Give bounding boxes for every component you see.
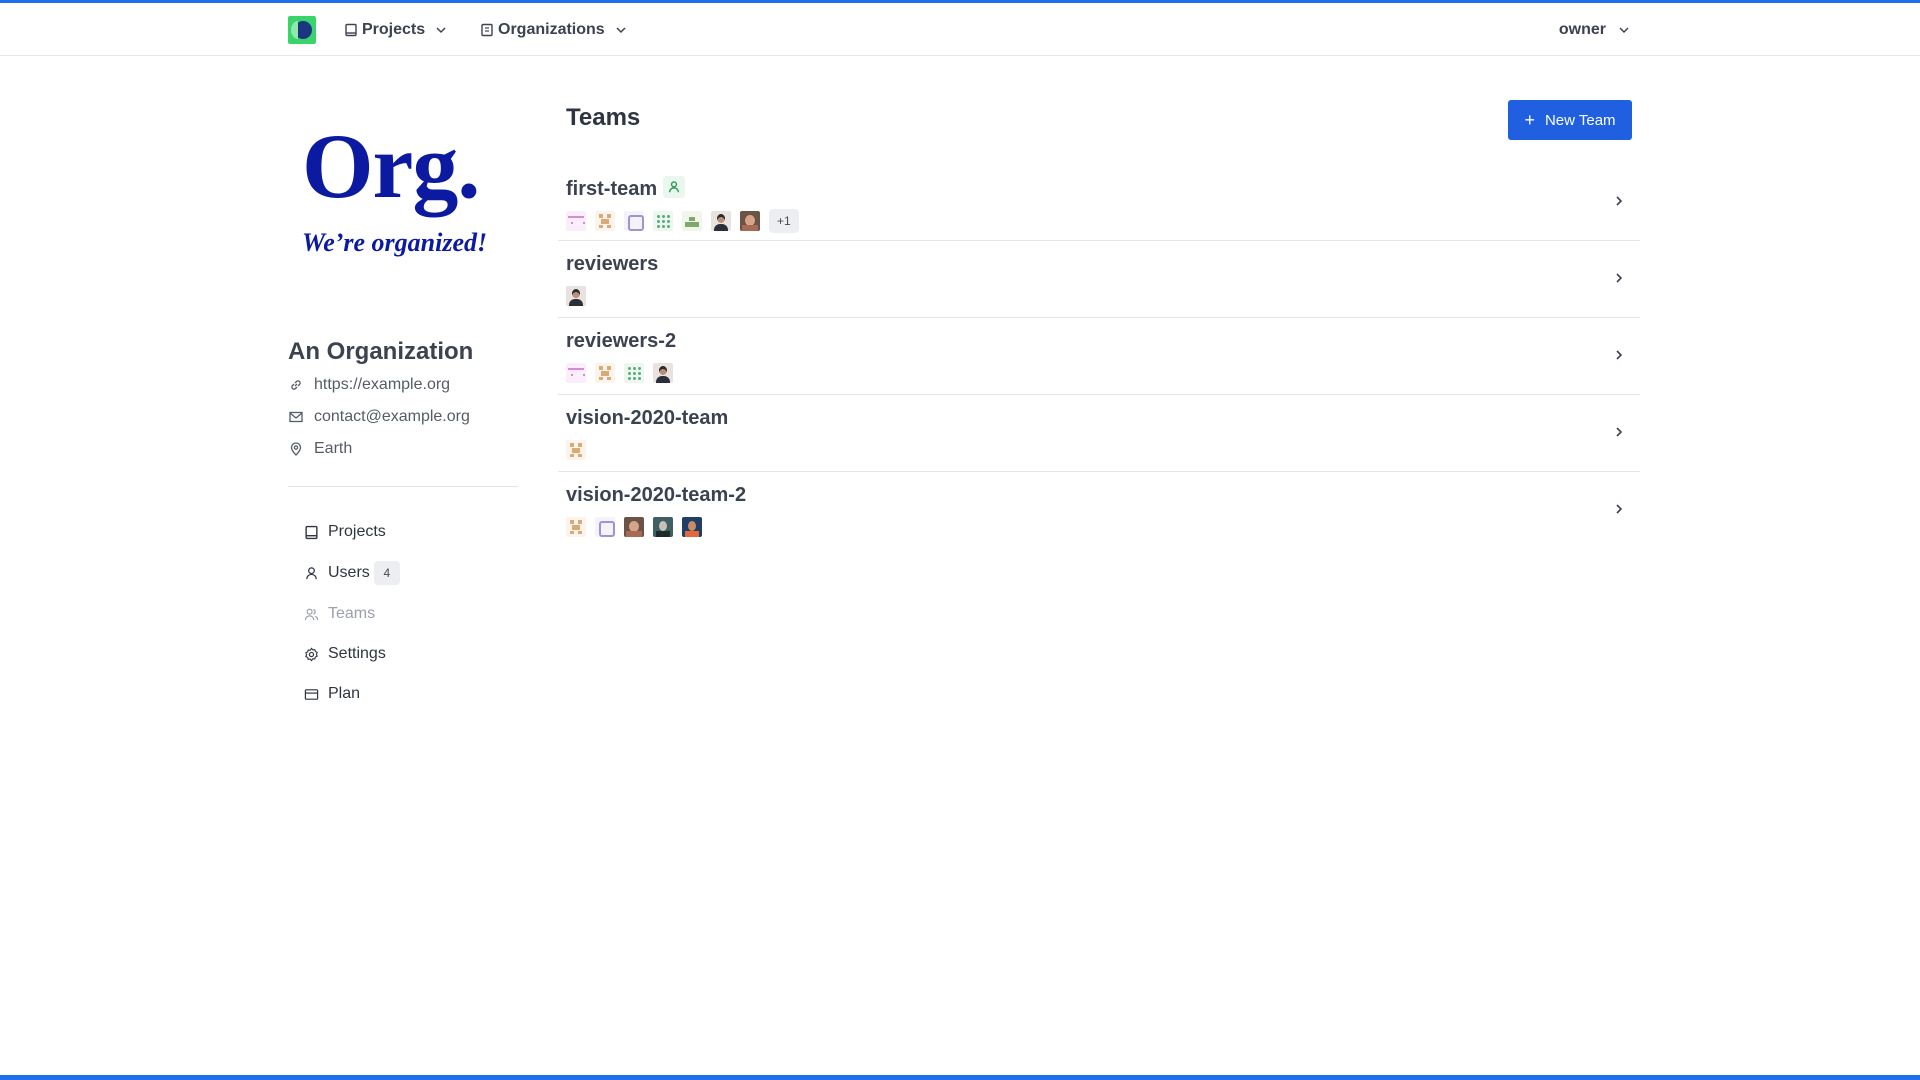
chevron-right-icon [1616, 273, 1623, 283]
team-avatars [566, 286, 595, 306]
sidebar-item-plan[interactable]: Plan [304, 682, 360, 706]
sidebar-item-label: Projects [328, 523, 386, 540]
org-url-row: https://example.org [288, 376, 450, 394]
book-icon [345, 23, 357, 37]
member-avatar[interactable] [653, 211, 673, 231]
location-pin-icon [290, 442, 302, 456]
chevron-right-icon [1616, 196, 1623, 206]
member-avatar[interactable] [566, 440, 586, 460]
sidebar-item-projects[interactable]: Projects [304, 520, 386, 544]
top-navbar: Projects Organizations owner [0, 3, 1920, 56]
book-icon [305, 525, 318, 539]
sidebar-item-users[interactable]: Users 4 [304, 561, 400, 585]
member-avatar[interactable] [566, 517, 586, 537]
team-member-icon [663, 176, 686, 198]
team-name: vision-2020-team [566, 407, 729, 429]
chevron-down-icon [1619, 27, 1629, 34]
member-avatar[interactable] [653, 517, 673, 537]
plus-icon: + [1524, 110, 1535, 130]
team-row-first-team[interactable]: first-team +1 [558, 164, 1640, 241]
member-avatar[interactable] [595, 211, 615, 231]
chevron-right-icon [1616, 504, 1623, 514]
building-icon [481, 23, 493, 37]
member-avatar[interactable] [682, 517, 702, 537]
link-icon [291, 380, 301, 390]
member-avatar[interactable] [711, 211, 731, 231]
sidebar-item-teams[interactable]: Teams [304, 602, 375, 626]
user-menu-label: owner [1558, 21, 1606, 38]
team-list: first-team +1 reviewers reviewers-2 visi… [558, 164, 1640, 549]
sidebar-item-label: Users [328, 564, 370, 581]
organizations-dropdown-label: Organizations [498, 21, 605, 38]
sidebar-item-label: Settings [328, 645, 386, 662]
member-avatar[interactable] [682, 211, 702, 231]
chevron-down-icon [436, 27, 446, 34]
sidebar-item-label: Plan [328, 685, 361, 702]
member-avatar[interactable] [624, 517, 644, 537]
team-name-text: first-team [566, 178, 658, 200]
member-avatar[interactable] [740, 211, 760, 231]
org-logo-tagline: We’re organized! [302, 228, 488, 257]
new-team-button-label: New Team [1544, 111, 1616, 129]
projects-dropdown-label: Projects [362, 21, 426, 38]
sidebar-item-label: Teams [328, 605, 376, 622]
team-avatars: +1 [566, 209, 799, 233]
card-icon [304, 688, 319, 700]
org-location: Earth [314, 440, 353, 457]
member-avatar[interactable] [566, 363, 586, 383]
mail-icon [289, 411, 303, 423]
team-name: reviewers [566, 253, 659, 275]
projects-dropdown[interactable]: Projects [344, 17, 447, 43]
team-name: reviewers-2 [566, 330, 677, 352]
org-location-row: Earth [288, 440, 352, 458]
sidebar-divider [288, 486, 518, 487]
chevron-right-icon [1616, 350, 1623, 360]
team-name: vision-2020-team-2 [566, 484, 747, 506]
org-email[interactable]: contact@example.org [314, 408, 470, 426]
user-menu-dropdown[interactable]: owner [1559, 17, 1630, 43]
team-avatars [566, 440, 595, 460]
chevron-right-icon [1616, 427, 1623, 437]
page-title: Teams [566, 104, 641, 131]
users-count-badge: 4 [373, 561, 400, 585]
member-avatar[interactable] [566, 286, 586, 306]
team-row-reviewers[interactable]: reviewers [558, 241, 1640, 318]
app-logo[interactable] [288, 16, 316, 44]
user-icon [306, 566, 317, 579]
sidebar-item-settings[interactable]: Settings [304, 642, 386, 666]
org-logo-text: Org. [302, 115, 480, 217]
org-url[interactable]: https://example.org [314, 376, 450, 394]
team-avatars [566, 517, 711, 537]
organizations-dropdown[interactable]: Organizations [480, 17, 627, 43]
chevron-down-icon [616, 27, 626, 34]
org-email-row: contact@example.org [288, 408, 470, 426]
member-avatar[interactable] [595, 517, 615, 537]
member-avatar[interactable] [595, 363, 615, 383]
team-avatars [566, 363, 682, 383]
gear-icon [305, 646, 318, 662]
team-row-vision-2020-team-2[interactable]: vision-2020-team-2 [558, 472, 1640, 549]
member-avatar[interactable] [624, 363, 644, 383]
team-name: first-team [566, 176, 686, 201]
org-name: An Organization [288, 338, 474, 365]
member-avatar[interactable] [566, 211, 586, 231]
team-row-vision-2020-team[interactable]: vision-2020-team [558, 395, 1640, 472]
team-icon [304, 608, 319, 620]
org-logo: Org. We’re organized! [288, 100, 518, 280]
member-avatar[interactable] [624, 211, 644, 231]
new-team-button[interactable]: + New Team [1508, 100, 1632, 140]
team-row-reviewers-2[interactable]: reviewers-2 [558, 318, 1640, 395]
member-avatar[interactable] [653, 363, 673, 383]
more-members-badge: +1 [769, 209, 799, 233]
bottom-accent-bar [0, 1075, 1920, 1080]
